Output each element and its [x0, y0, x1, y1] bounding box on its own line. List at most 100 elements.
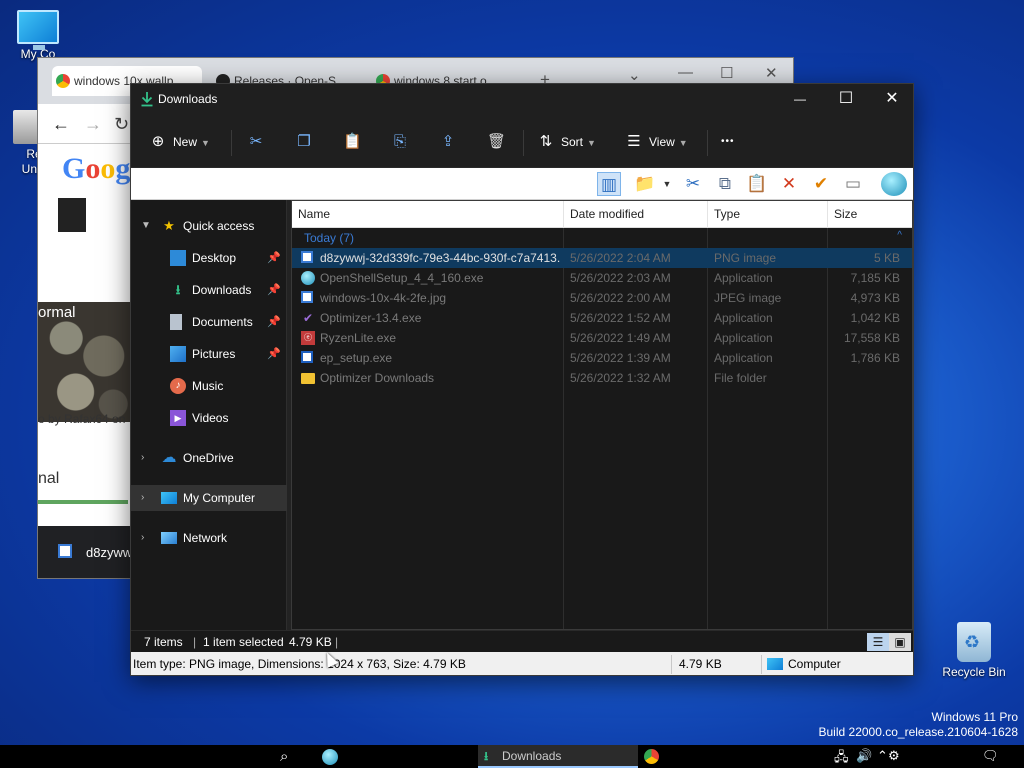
copy-icon[interactable]: ⧉: [713, 172, 737, 196]
file-date: 5/26/2022 2:03 AM: [570, 271, 671, 285]
minimize-icon[interactable]: —: [678, 64, 693, 81]
share-icon: ⇪: [441, 133, 455, 150]
download-item-label[interactable]: d8zywwj: [86, 545, 135, 560]
nav-item-music[interactable]: ♪ Music: [131, 373, 287, 399]
desktop-icon-recycle-bin[interactable]: Recycle Bin: [938, 622, 1010, 679]
nav-item-pictures[interactable]: Pictures 📌: [131, 341, 287, 367]
taskbar-item-downloads[interactable]: ⭳ Downloads: [478, 745, 638, 768]
file-size: [832, 368, 900, 388]
document-icon: [170, 314, 182, 330]
settings-icon[interactable]: ⚙: [888, 748, 900, 764]
sort-button[interactable]: ⇅ Sort ▼: [537, 130, 596, 154]
file-size: 5 KB: [873, 251, 900, 265]
paste-button[interactable]: 📋: [343, 130, 367, 154]
large-icons-view-icon[interactable]: ▣: [889, 633, 911, 651]
new-button[interactable]: ⊕ New ▼: [149, 130, 210, 154]
cut-icon[interactable]: ✂: [681, 172, 705, 196]
details-view-icon[interactable]: ☰: [867, 633, 889, 651]
column-header-type[interactable]: Type: [708, 201, 828, 228]
chevron-up-icon[interactable]: ^: [897, 230, 902, 241]
taskbar-item-label: Downloads: [502, 749, 562, 763]
table-row[interactable]: d8zywwj-32d339fc-79e3-44bc-930f-c7a7413.…: [292, 248, 912, 268]
section-text: nal: [38, 470, 60, 487]
png-file-icon: [58, 544, 72, 558]
chevron-up-icon[interactable]: ⌃: [877, 748, 888, 764]
delete-icon[interactable]: ✕: [777, 172, 801, 196]
column-header-name[interactable]: Name: [292, 201, 564, 228]
group-header-today[interactable]: Today (7) ^: [292, 228, 912, 248]
chevron-down-icon: ▼: [587, 138, 596, 148]
scissors-icon: ✂: [249, 133, 263, 150]
network-icon: [161, 532, 177, 544]
view-button[interactable]: ☰ View ▼: [625, 130, 687, 154]
table-row[interactable]: Optimizer Downloads 5/26/2022 1:32 AM File…: [292, 368, 912, 388]
file-date: 5/26/2022 1:52 AM: [570, 311, 671, 325]
status-divider: |: [335, 635, 339, 649]
cut-button[interactable]: ✂: [247, 130, 271, 154]
paste-icon[interactable]: 📋: [745, 172, 769, 196]
chrome-icon[interactable]: [644, 749, 659, 764]
file-type: Application: [714, 271, 773, 285]
file-size: 17,558 KB: [843, 331, 900, 345]
close-icon[interactable]: ✕: [765, 64, 778, 82]
file-name: RyzenLite.exe: [320, 331, 397, 345]
copy-button[interactable]: ❐: [295, 130, 319, 154]
maximize-button[interactable]: ☐: [823, 84, 869, 116]
navigation-pane-icon[interactable]: ▥: [597, 172, 621, 196]
table-row[interactable]: ep_setup.exe 5/26/2022 1:39 AM Application…: [292, 348, 912, 368]
forward-icon[interactable]: →: [84, 114, 102, 135]
rename-button[interactable]: ⎘: [391, 130, 415, 154]
close-button[interactable]: ✕: [869, 84, 913, 116]
table-row[interactable]: OpenShellSetup_4_4_160.exe 5/26/2022 2:03…: [292, 268, 912, 288]
desktop-icon-my-computer[interactable]: My Co: [2, 10, 74, 61]
png-file-icon: [301, 251, 313, 263]
tab-search-icon[interactable]: ⌄: [628, 66, 641, 84]
more-options-button[interactable]: •••: [721, 130, 735, 154]
clipboard-icon: 📋: [343, 133, 362, 150]
maximize-icon[interactable]: ☐: [720, 64, 733, 82]
file-type: Application: [714, 311, 773, 325]
table-row[interactable]: ✔ Optimizer-13.4.exe 5/26/2022 1:52 AM Appl…: [292, 308, 912, 328]
share-button[interactable]: ⇪: [439, 130, 463, 154]
reload-icon[interactable]: ↻: [114, 114, 129, 135]
explorer-titlebar[interactable]: Downloads — ☐ ✕: [131, 84, 913, 116]
table-row[interactable]: windows-10x-4k-2fe.jpg 5/26/2022 2:00 AM J…: [292, 288, 912, 308]
pin-icon[interactable]: 📌: [267, 277, 281, 303]
nav-item-onedrive[interactable]: › ☁ OneDrive: [131, 445, 287, 471]
shell-icon[interactable]: [881, 172, 907, 196]
back-icon[interactable]: ←: [52, 114, 70, 135]
table-row[interactable]: ⓔ RyzenLite.exe 5/26/2022 1:49 AM Applicati…: [292, 328, 912, 348]
pin-icon[interactable]: 📌: [267, 309, 281, 335]
properties-icon[interactable]: ▭: [841, 172, 865, 196]
nav-item-downloads[interactable]: ⭳ Downloads 📌: [131, 277, 287, 303]
nav-item-quick-access[interactable]: ▼ ★ Quick access: [131, 213, 287, 239]
nav-item-documents[interactable]: Documents 📌: [131, 309, 287, 335]
chevron-right-icon: ›: [141, 492, 145, 503]
column-header-size[interactable]: Size: [828, 201, 912, 228]
network-icon[interactable]: 🖧: [834, 748, 849, 768]
chevron-down-icon[interactable]: ▼: [661, 172, 673, 196]
pin-icon[interactable]: 📌: [267, 245, 281, 271]
nav-item-desktop[interactable]: Desktop 📌: [131, 245, 287, 271]
column-header-date[interactable]: Date modified: [564, 201, 708, 228]
delete-button[interactable]: 🗑: [487, 130, 511, 154]
minimize-button[interactable]: —: [777, 84, 823, 116]
chevron-down-icon: ▼: [201, 138, 210, 148]
navigation-pane[interactable]: ▼ ★ Quick access Desktop 📌 ⭳ Downloads 📌…: [131, 200, 287, 630]
author-text: o by Rafax64 on: [38, 412, 126, 426]
folder-options-icon[interactable]: 📁: [633, 172, 657, 196]
pin-icon[interactable]: 📌: [267, 341, 281, 367]
nav-item-network[interactable]: › Network: [131, 525, 287, 551]
notification-icon[interactable]: 🗨: [982, 748, 999, 764]
videos-icon: ▶: [170, 410, 186, 426]
shell-icon[interactable]: [322, 749, 338, 765]
file-explorer-window[interactable]: Downloads — ☐ ✕ ⊕ New ▼ ✂ ❐ 📋 ⎘ ⇪ 🗑 ⇅ Sort ▼…: [130, 83, 914, 676]
search-icon[interactable]: ⌕: [280, 745, 288, 768]
nav-item-videos[interactable]: ▶ Videos: [131, 405, 287, 431]
command-bar: ⊕ New ▼ ✂ ❐ 📋 ⎘ ⇪ 🗑 ⇅ Sort ▼ ☰ View ▼ •••: [131, 116, 913, 168]
item-count: 7 items: [144, 635, 183, 649]
volume-icon[interactable]: 🔊: [856, 748, 872, 764]
checkmark-icon[interactable]: ✔: [809, 172, 833, 196]
nav-item-my-computer[interactable]: › My Computer: [131, 485, 287, 511]
file-list[interactable]: Name Date modified Type Size Today (7) ^…: [291, 200, 913, 630]
